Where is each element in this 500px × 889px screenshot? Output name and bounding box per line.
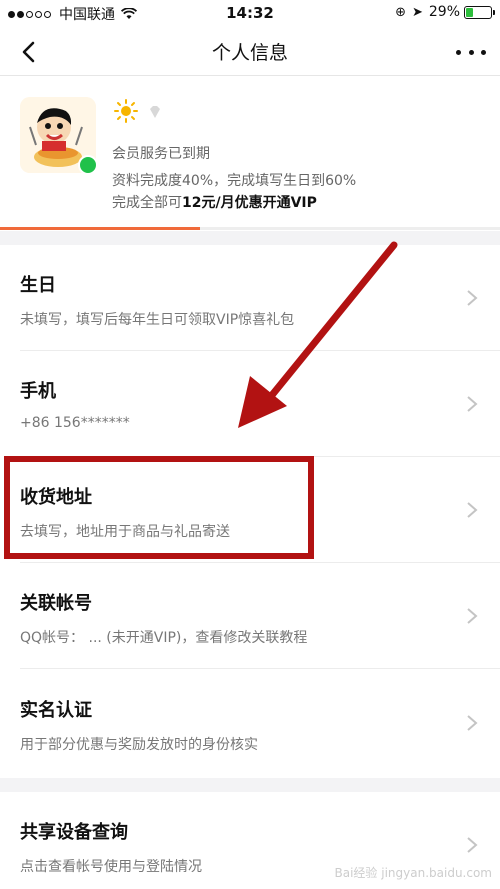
row-title: 收货地址 bbox=[20, 487, 92, 508]
row-real-name-verification[interactable]: 实名认证 用于部分优惠与奖励发放时的身份核实 bbox=[0, 670, 500, 776]
offer-highlight: 12元/月优惠开通VIP bbox=[182, 195, 317, 211]
sun-icon bbox=[114, 99, 138, 123]
row-title: 实名认证 bbox=[20, 700, 92, 721]
section-gap bbox=[0, 778, 500, 792]
row-shipping-address[interactable]: 收货地址 去填写，地址用于商品与礼品寄送 bbox=[0, 457, 500, 563]
rotation-lock-icon: ⊕ bbox=[395, 4, 406, 20]
completion-progress-fill bbox=[0, 227, 200, 230]
row-subtitle: +86 156******* bbox=[20, 415, 130, 431]
battery-icon bbox=[464, 5, 495, 19]
status-bar: 中国联通 14:32 ⊕ ➤ 29% bbox=[0, 0, 500, 28]
row-birthday[interactable]: 生日 未填写，填写后每年生日可领取VIP惊喜礼包 bbox=[0, 245, 500, 351]
row-title: 关联帐号 bbox=[20, 593, 92, 614]
offer-prefix: 完成全部可 bbox=[112, 195, 182, 211]
chevron-right-icon bbox=[467, 608, 478, 624]
more-dots-icon[interactable] bbox=[456, 40, 486, 64]
profile-section[interactable]: 会员服务已到期 资料完成度40%，完成填写生日到60% 完成全部可12元/月优惠… bbox=[0, 77, 500, 227]
nav-bar: 个人信息 bbox=[0, 28, 500, 76]
status-right: ⊕ ➤ 29% bbox=[395, 4, 495, 20]
chevron-right-icon bbox=[467, 502, 478, 518]
row-linked-account[interactable]: 关联帐号 QQ帐号： ... (未开通VIP)，查看修改关联教程 bbox=[0, 563, 500, 669]
membership-status: 会员服务已到期 bbox=[112, 146, 210, 162]
page-title: 个人信息 bbox=[211, 42, 288, 64]
wechat-icon bbox=[78, 155, 98, 175]
location-icon: ➤ bbox=[411, 4, 423, 20]
row-subtitle: 用于部分优惠与奖励发放时的身份核实 bbox=[20, 737, 258, 753]
row-subtitle: QQ帐号： ... (未开通VIP)，查看修改关联教程 bbox=[20, 630, 308, 646]
row-subtitle: 点击查看帐号使用与登陆情况 bbox=[20, 859, 202, 875]
completion-progress-bar bbox=[0, 227, 500, 230]
chevron-right-icon bbox=[467, 290, 478, 306]
row-title: 生日 bbox=[20, 275, 56, 296]
section-gap bbox=[0, 231, 500, 245]
row-title: 共享设备查询 bbox=[20, 822, 128, 843]
diamond-icon bbox=[150, 106, 160, 118]
row-subtitle: 去填写，地址用于商品与礼品寄送 bbox=[20, 524, 230, 540]
offer-text: 完成全部可12元/月优惠开通VIP bbox=[112, 192, 317, 212]
row-phone[interactable]: 手机 +86 156******* bbox=[0, 351, 500, 457]
battery-percent: 29% bbox=[428, 4, 460, 20]
completion-text: 资料完成度40%，完成填写生日到60% bbox=[112, 173, 357, 189]
chevron-right-icon bbox=[467, 396, 478, 412]
divider bbox=[20, 668, 500, 669]
chevron-right-icon bbox=[467, 837, 478, 853]
chevron-right-icon bbox=[467, 715, 478, 731]
row-title: 手机 bbox=[20, 381, 56, 402]
watermark: Bai经验 jingyan.baidu.com bbox=[334, 866, 492, 880]
row-subtitle: 未填写，填写后每年生日可领取VIP惊喜礼包 bbox=[20, 312, 295, 328]
